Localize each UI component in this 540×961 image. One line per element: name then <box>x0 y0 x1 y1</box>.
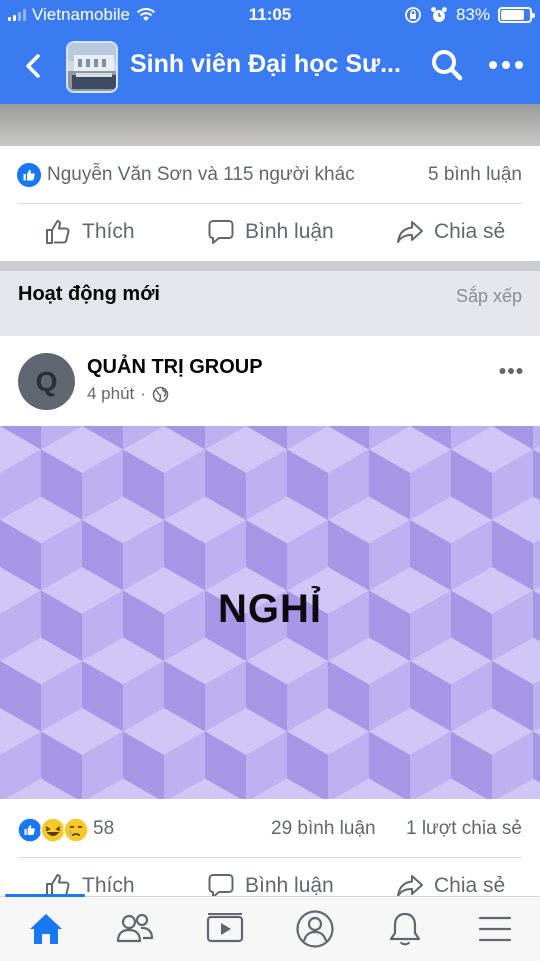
reaction-names[interactable]: Nguyễn Văn Sơn và 115 người khác <box>47 164 355 186</box>
profile-icon <box>296 910 334 948</box>
group-navbar: Sinh viên Đại học Sư... <box>0 36 540 98</box>
comment-count[interactable]: 5 bình luận <box>428 164 522 186</box>
battery-fill <box>501 10 524 20</box>
post-options-icon[interactable] <box>499 366 523 376</box>
comment-icon <box>208 220 234 244</box>
share-icon <box>397 221 423 243</box>
reaction-summary-icons[interactable] <box>17 817 89 843</box>
tab-profile[interactable] <box>293 907 337 951</box>
tab-notifications[interactable] <box>383 907 427 951</box>
bell-icon <box>389 912 421 946</box>
previous-post-actions: Thích Bình luận Chia sẻ <box>0 204 540 260</box>
menu-icon <box>478 916 512 942</box>
active-tab-indicator <box>5 894 85 897</box>
post-time[interactable]: 4 phút <box>87 384 134 404</box>
more-horizontal-icon[interactable] <box>488 58 524 72</box>
battery-percent: 83% <box>455 5 490 24</box>
battery-icon <box>498 7 535 23</box>
post-comment-label: Bình luận <box>245 874 334 897</box>
tab-friends[interactable] <box>113 907 157 951</box>
status-right: 83% <box>404 5 535 25</box>
avatar[interactable]: Q <box>18 353 75 410</box>
home-icon <box>30 914 62 944</box>
friends-icon <box>116 913 154 943</box>
video-icon <box>206 913 244 943</box>
post-text: NGHỈ <box>218 587 322 631</box>
post-share-count[interactable]: 1 lượt chia sẻ <box>406 818 522 840</box>
app-header: Vietnamobile 11:05 83% Sinh viên Đại học… <box>0 0 540 104</box>
search-icon[interactable] <box>430 48 464 82</box>
sort-button[interactable]: Sắp xếp <box>456 286 522 307</box>
like-button[interactable]: Thích <box>44 204 135 260</box>
globe-icon <box>152 386 169 402</box>
comment-button[interactable]: Bình luận <box>207 204 334 260</box>
post-like-label: Thích <box>82 874 135 897</box>
screen: Vietnamobile 11:05 83% Sinh viên Đại học… <box>0 0 540 961</box>
post-stats: 58 29 bình luận 1 lượt chia sẻ <box>0 806 540 852</box>
tab-menu[interactable] <box>473 907 517 951</box>
bottom-tab-bar <box>0 896 540 961</box>
share-label: Chia sẻ <box>434 220 506 243</box>
reaction-count[interactable]: 58 <box>93 818 114 840</box>
recent-activity-title: Hoạt động mới <box>18 283 160 305</box>
previous-post-image[interactable] <box>0 104 540 146</box>
tab-home[interactable] <box>24 907 68 951</box>
share-button[interactable]: Chia sẻ <box>396 204 505 260</box>
like-label: Thích <box>82 220 135 243</box>
group-title[interactable]: Sinh viên Đại học Sư... <box>130 50 410 79</box>
post-header: Q QUẢN TRỊ GROUP 4 phút · <box>0 336 540 426</box>
post-meta: 4 phút · <box>87 384 169 404</box>
chevron-left-icon[interactable] <box>18 50 50 82</box>
meta-separator: · <box>140 384 146 403</box>
post-share-label: Chia sẻ <box>434 874 506 897</box>
orientation-lock-icon <box>405 7 421 23</box>
status-bar: Vietnamobile 11:05 83% <box>0 0 540 30</box>
post-comment-count[interactable]: 29 bình luận <box>271 818 376 840</box>
alarm-icon <box>431 7 447 22</box>
post-author[interactable]: QUẢN TRỊ GROUP <box>87 356 263 379</box>
tab-watch[interactable] <box>203 907 247 951</box>
comment-label: Bình luận <box>245 220 334 243</box>
previous-post-reactions: Nguyễn Văn Sơn và 115 người khác 5 bình … <box>0 152 540 198</box>
like-reaction-icon <box>17 163 41 187</box>
group-thumbnail[interactable] <box>66 41 118 93</box>
thumbs-up-icon <box>46 220 70 244</box>
